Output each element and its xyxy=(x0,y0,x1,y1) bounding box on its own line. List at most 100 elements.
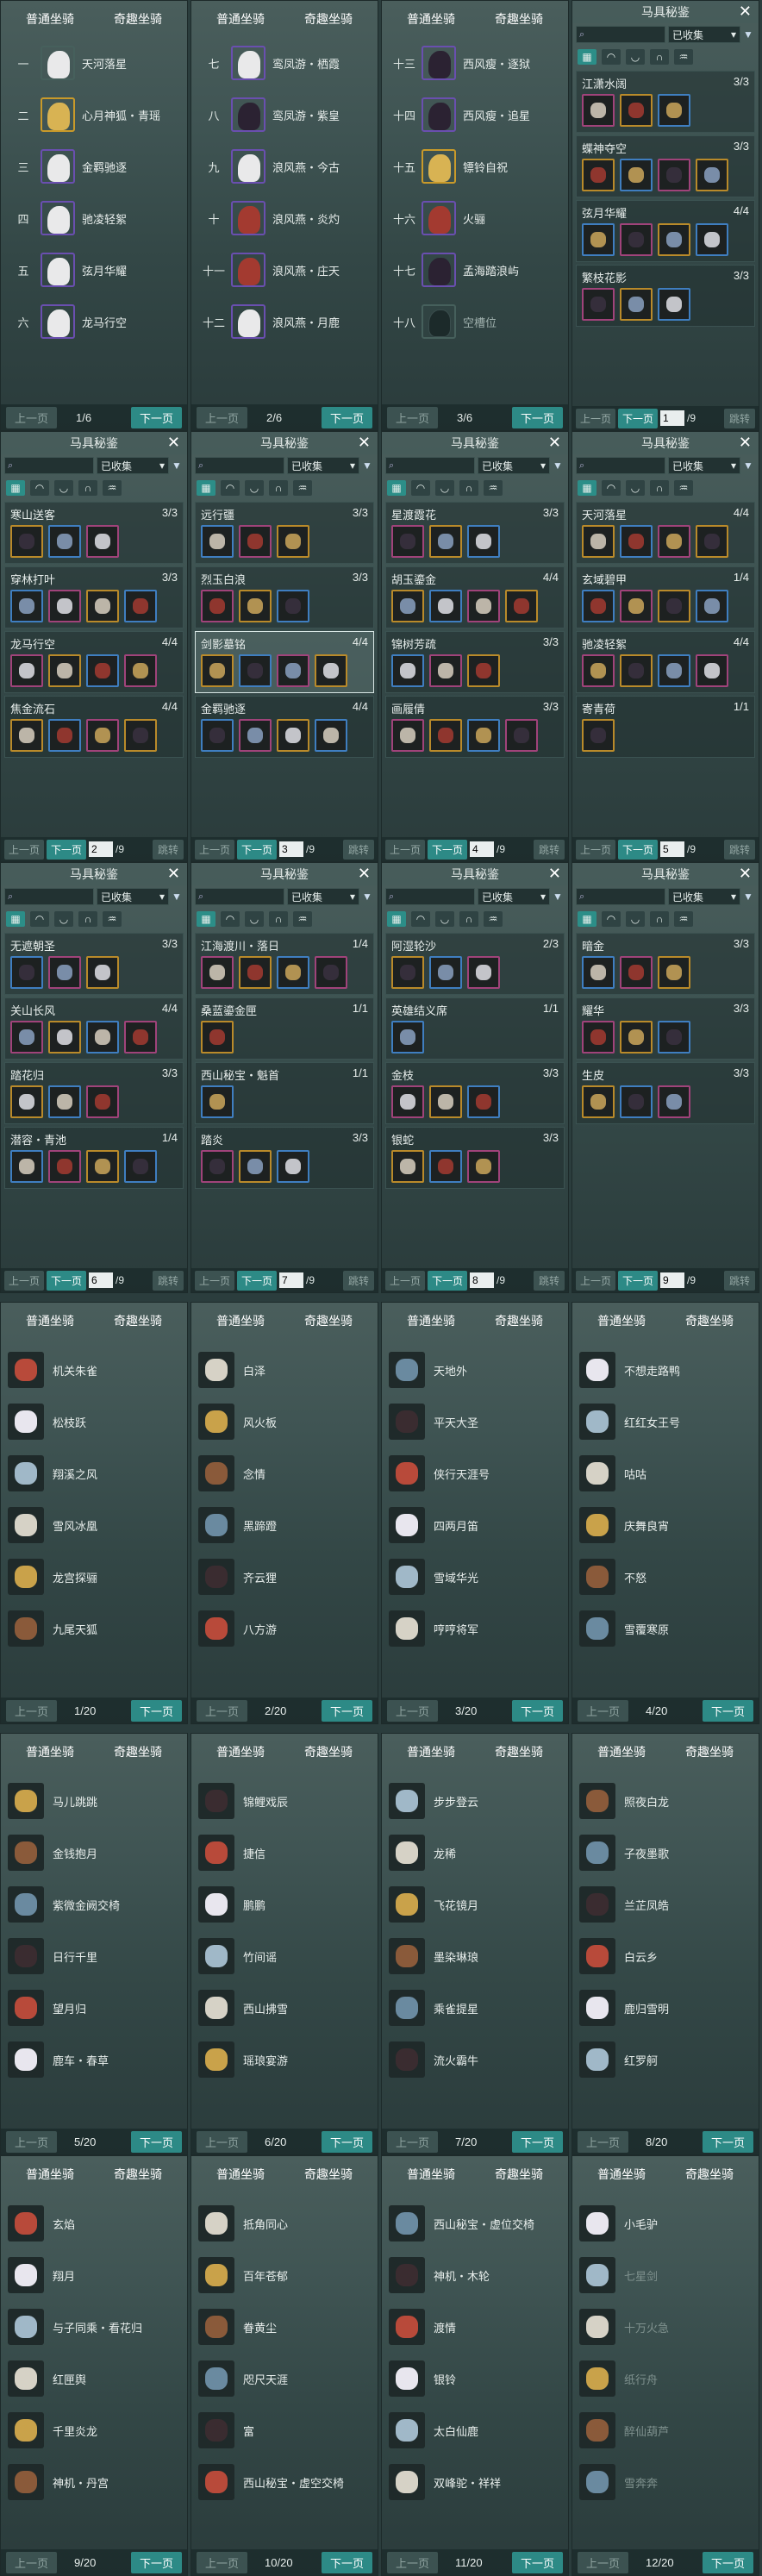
harness-piece-icon[interactable] xyxy=(239,525,272,558)
category-tail-icon[interactable]: ♒ xyxy=(674,480,693,496)
harness-piece-icon[interactable] xyxy=(582,1085,615,1118)
secret-group[interactable]: 驰凌轻絮 4/4 xyxy=(576,631,755,693)
fun-mount-row[interactable]: 哼哼将军 xyxy=(382,1603,568,1654)
fun-mount-row[interactable]: 墨染琳琅 xyxy=(382,1930,568,1982)
harness-piece-icon[interactable] xyxy=(277,719,309,752)
fun-mount-row[interactable]: 雪覆寒原 xyxy=(572,1603,759,1654)
tab-fun-mounts[interactable]: 奇趣坐骑 xyxy=(110,1740,166,1764)
harness-piece-icon[interactable] xyxy=(124,1150,157,1183)
secret-group[interactable]: 穿林打叶 3/3 xyxy=(4,566,184,628)
harness-piece-icon[interactable] xyxy=(10,719,43,752)
prev-page-button[interactable]: 上一页 xyxy=(6,406,58,428)
harness-piece-icon[interactable] xyxy=(582,1021,615,1054)
jump-button[interactable]: 跳转 xyxy=(533,1270,565,1291)
harness-piece-icon[interactable] xyxy=(391,1085,424,1118)
fun-mount-row[interactable]: 西山拂雪 xyxy=(191,1982,378,2034)
harness-piece-icon[interactable] xyxy=(505,719,538,752)
category-tail-icon[interactable]: ♒ xyxy=(484,911,503,927)
category-all-icon[interactable]: ▦ xyxy=(578,49,596,65)
fun-mount-row[interactable]: 与子同乘・看花归 xyxy=(1,2301,187,2353)
category-tail-icon[interactable]: ♒ xyxy=(293,480,312,496)
next-page-button[interactable]: 下一页 xyxy=(130,2130,182,2153)
category-all-icon[interactable]: ▦ xyxy=(197,911,215,927)
tab-fun-mounts[interactable]: 奇趣坐骑 xyxy=(301,1740,356,1764)
harness-piece-icon[interactable] xyxy=(658,1085,690,1118)
secret-group[interactable]: 关山长风 4/4 xyxy=(4,997,184,1060)
search-input[interactable]: ⌕ xyxy=(4,888,94,905)
harness-piece-icon[interactable] xyxy=(467,654,500,687)
category-all-icon[interactable]: ▦ xyxy=(197,480,215,496)
harness-piece-icon[interactable] xyxy=(582,288,615,321)
fun-mount-row[interactable]: 千里炎龙 xyxy=(1,2404,187,2456)
fun-mount-row[interactable]: 抵角同心 xyxy=(191,2198,378,2249)
prev-page-button[interactable]: 上一页 xyxy=(6,2551,58,2573)
tab-fun-mounts[interactable]: 奇趣坐骑 xyxy=(491,7,547,31)
secret-group[interactable]: 金羁驰逐 4/4 xyxy=(195,696,374,758)
harness-piece-icon[interactable] xyxy=(467,1085,500,1118)
harness-piece-icon[interactable] xyxy=(391,654,424,687)
close-icon[interactable]: ✕ xyxy=(167,434,180,452)
fun-mount-row[interactable]: 九尾天狐 xyxy=(1,1603,187,1654)
tab-normal-mounts[interactable]: 普通坐骑 xyxy=(22,2162,78,2186)
next-page-button[interactable]: 下一页 xyxy=(321,2551,372,2573)
harness-piece-icon[interactable] xyxy=(467,590,500,622)
page-input[interactable]: 8 xyxy=(470,1272,495,1288)
secret-group[interactable]: 胡玉鎏金 4/4 xyxy=(385,566,565,628)
secret-group[interactable]: 江潇水阔 3/3 xyxy=(576,71,755,133)
harness-piece-icon[interactable] xyxy=(467,719,500,752)
harness-piece-icon[interactable] xyxy=(48,1021,81,1054)
harness-piece-icon[interactable] xyxy=(696,159,728,191)
next-page-button[interactable]: 下一页 xyxy=(47,1270,87,1291)
category-head-icon[interactable]: ◠ xyxy=(221,911,240,927)
tab-normal-mounts[interactable]: 普通坐骑 xyxy=(403,7,459,31)
tab-normal-mounts[interactable]: 普通坐骑 xyxy=(213,1740,268,1764)
harness-piece-icon[interactable] xyxy=(582,719,615,752)
secret-group[interactable]: 暗金 3/3 xyxy=(576,933,755,995)
harness-piece-icon[interactable] xyxy=(10,956,43,989)
harness-piece-icon[interactable] xyxy=(86,654,119,687)
harness-piece-icon[interactable] xyxy=(620,590,653,622)
harness-piece-icon[interactable] xyxy=(429,719,462,752)
fun-mount-row[interactable]: 鹏鹏 xyxy=(191,1879,378,1930)
tab-fun-mounts[interactable]: 奇趣坐骑 xyxy=(682,2162,737,2186)
category-all-icon[interactable]: ▦ xyxy=(578,911,596,927)
next-page-button[interactable]: 下一页 xyxy=(511,2551,563,2573)
harness-piece-icon[interactable] xyxy=(620,288,653,321)
harness-piece-icon[interactable] xyxy=(86,956,119,989)
secret-group[interactable]: 金枝 3/3 xyxy=(385,1062,565,1124)
fun-mount-row[interactable]: 捷信 xyxy=(191,1827,378,1879)
harness-piece-icon[interactable] xyxy=(620,1085,653,1118)
page-input[interactable]: 4 xyxy=(470,841,495,857)
mount-row[interactable]: 十八 空槽位 xyxy=(382,296,568,347)
harness-piece-icon[interactable] xyxy=(277,654,309,687)
harness-piece-icon[interactable] xyxy=(277,956,309,989)
harness-piece-icon[interactable] xyxy=(201,956,234,989)
category-head-icon[interactable]: ◠ xyxy=(30,911,49,927)
mount-row[interactable]: 十三 西风瘦・逐狱 xyxy=(382,37,568,89)
fun-mount-row[interactable]: 纸行舟 xyxy=(572,2353,759,2404)
harness-piece-icon[interactable] xyxy=(582,159,615,191)
category-tail-icon[interactable]: ♒ xyxy=(103,911,122,927)
close-icon[interactable]: ✕ xyxy=(739,865,752,883)
harness-piece-icon[interactable] xyxy=(658,159,690,191)
fun-mount-row[interactable]: 望月归 xyxy=(1,1982,187,2034)
next-page-button[interactable]: 下一页 xyxy=(702,1699,753,1722)
category-head-icon[interactable]: ◠ xyxy=(602,49,621,65)
fun-mount-row[interactable]: 雪风冰凰 xyxy=(1,1499,187,1551)
mount-row[interactable]: 七 鸾凤游・栖霞 xyxy=(191,37,378,89)
category-head-icon[interactable]: ◠ xyxy=(221,480,240,496)
fun-mount-row[interactable]: 百年苍郁 xyxy=(191,2249,378,2301)
harness-piece-icon[interactable] xyxy=(696,223,728,256)
mount-row[interactable]: 六 龙马行空 xyxy=(1,296,187,347)
tab-normal-mounts[interactable]: 普通坐骑 xyxy=(403,1740,459,1764)
harness-piece-icon[interactable] xyxy=(277,1150,309,1183)
prev-page-button[interactable]: 上一页 xyxy=(578,2130,629,2153)
search-input[interactable]: ⌕ xyxy=(576,26,665,43)
jump-button[interactable]: 跳转 xyxy=(723,408,755,428)
jump-button[interactable]: 跳转 xyxy=(723,1270,755,1291)
fun-mount-row[interactable]: 神机・木轮 xyxy=(382,2249,568,2301)
harness-piece-icon[interactable] xyxy=(582,94,615,127)
harness-piece-icon[interactable] xyxy=(582,525,615,558)
category-all-icon[interactable]: ▦ xyxy=(578,480,596,496)
harness-piece-icon[interactable] xyxy=(658,654,690,687)
